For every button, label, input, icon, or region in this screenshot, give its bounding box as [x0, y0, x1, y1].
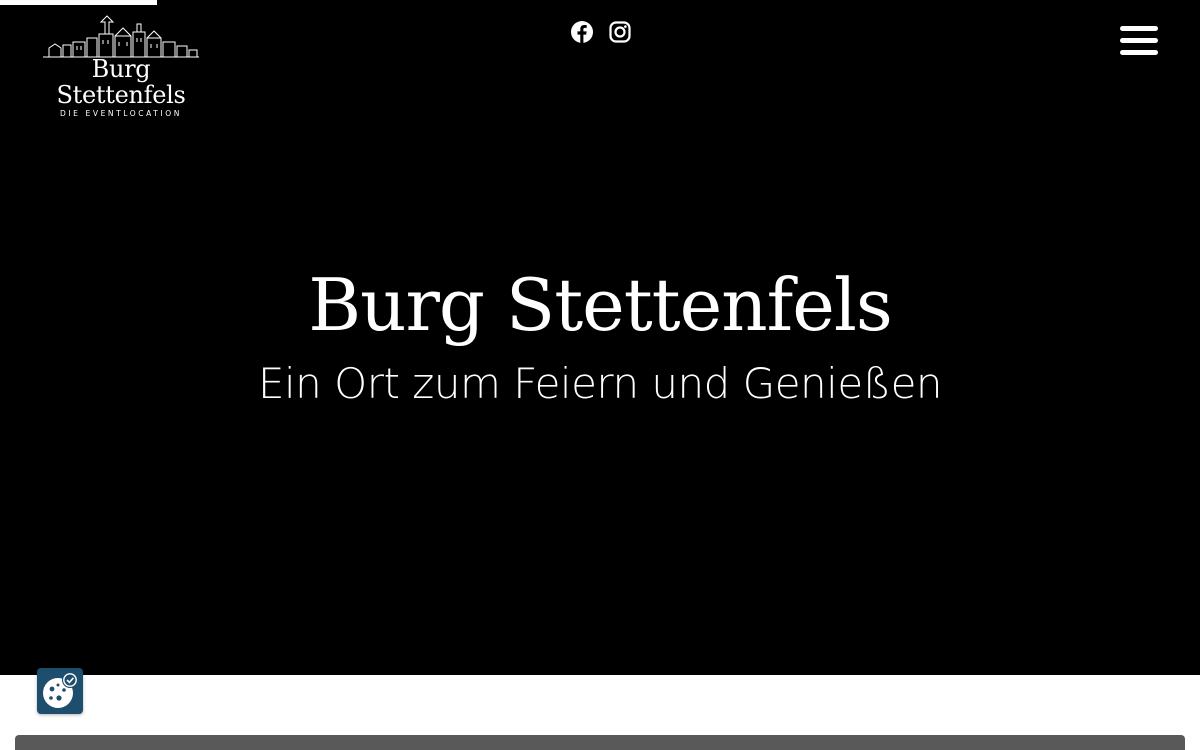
hero-section: Burg Stettenfels DIE EVENTLOCATION Burg … [0, 0, 1200, 675]
facebook-icon [571, 21, 593, 43]
logo-subtitle: DIE EVENTLOCATION [59, 109, 183, 118]
site-logo[interactable]: Burg Stettenfels DIE EVENTLOCATION [26, 14, 216, 118]
hero-title: Burg Stettenfels [308, 263, 893, 347]
menu-bar [1120, 50, 1158, 55]
instagram-icon [609, 21, 631, 43]
hero-subtitle: Ein Ort zum Feiern und Genießen [257, 359, 943, 408]
cookie-settings-icon [43, 672, 78, 708]
cookie-settings-button[interactable] [37, 668, 83, 714]
top-strip [0, 0, 157, 5]
castle-icon [43, 15, 199, 58]
content-section [0, 675, 1200, 750]
page: Burg Stettenfels DIE EVENTLOCATION Burg … [0, 0, 1200, 750]
social-links [570, 20, 632, 44]
content-bar [15, 735, 1185, 750]
instagram-link[interactable] [608, 20, 632, 44]
menu-bar [1120, 38, 1158, 43]
logo-title: Burg Stettenfels [56, 55, 186, 109]
hamburger-menu-icon[interactable] [1120, 26, 1160, 56]
facebook-link[interactable] [570, 20, 594, 44]
menu-bar [1120, 26, 1158, 31]
